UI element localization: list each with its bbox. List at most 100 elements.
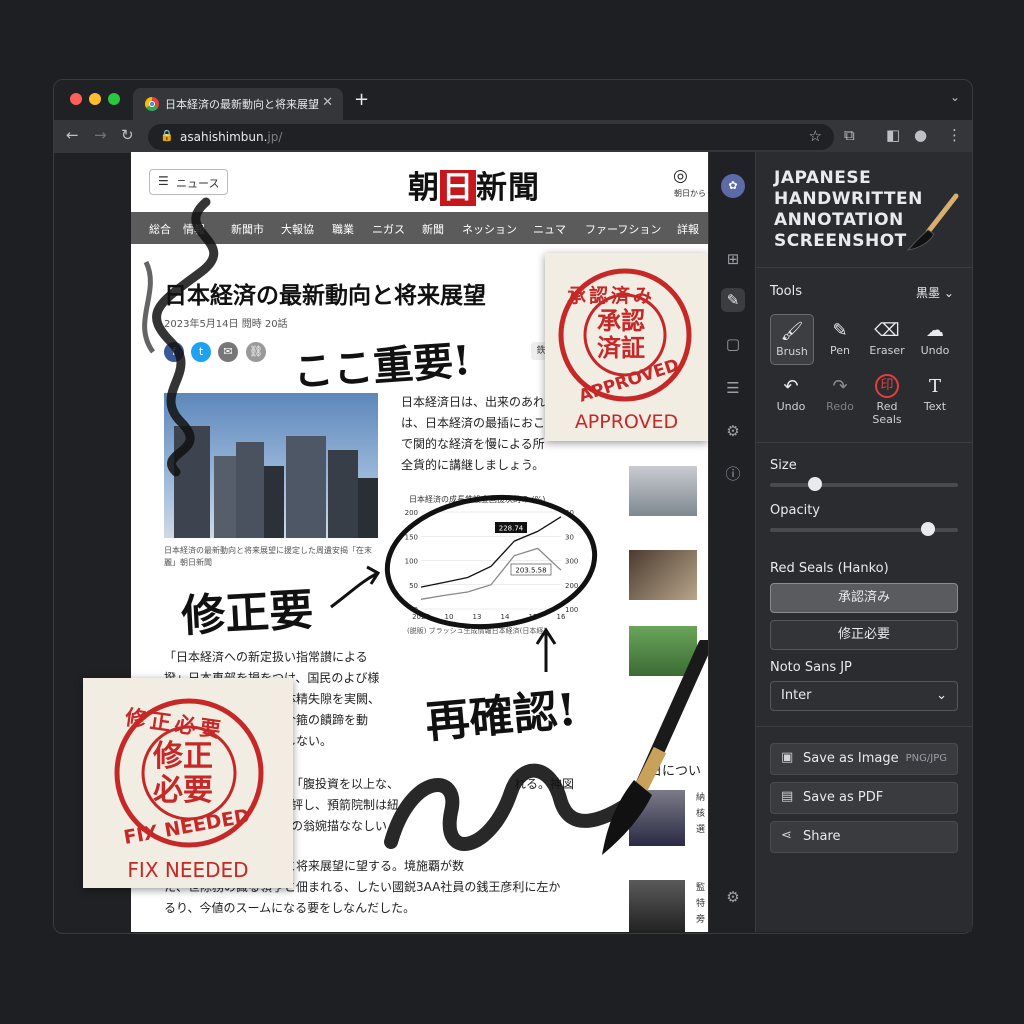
- tab-close-icon[interactable]: ✕: [322, 95, 333, 110]
- tool-label: Pen: [830, 344, 850, 357]
- save-pdf-label: Save as PDF: [803, 790, 884, 805]
- seal-line: 承認: [597, 306, 645, 335]
- clipboard-icon[interactable]: ▢: [721, 332, 745, 356]
- tool-label: Brush: [776, 345, 808, 358]
- list-icon[interactable]: ☰: [721, 376, 745, 400]
- red-seals-tool-button[interactable]: 印 Red Seals: [866, 374, 908, 426]
- seals-label: Red Seals (Hanko): [770, 561, 889, 576]
- seal-icon: 印: [875, 374, 899, 398]
- tool-label: Undo: [920, 344, 950, 357]
- undo-button[interactable]: ↶ Undo: [770, 376, 812, 413]
- arrow-stroke: [330, 565, 381, 609]
- brush-stroke: [152, 197, 219, 477]
- seal-fix-button[interactable]: 修正必要: [770, 620, 958, 650]
- save-image-button[interactable]: ▣ Save as Image PNG/JPG: [770, 743, 958, 775]
- title-brush-icon: [906, 193, 959, 251]
- menu-kebab-icon[interactable]: ⋮: [947, 126, 962, 144]
- tool-label: Redo: [826, 400, 854, 413]
- reload-icon[interactable]: ↻: [121, 126, 134, 144]
- title-line: HANDWRITTEN: [774, 189, 923, 209]
- ink-circle: [384, 494, 598, 630]
- approved-ring-text: 承認済み: [567, 285, 656, 307]
- info-icon[interactable]: ⓘ: [721, 462, 745, 486]
- fix-center-text: 修正 必要: [153, 740, 213, 808]
- annotation-important: ここ重要!: [291, 336, 473, 397]
- brush-stroke: [384, 763, 638, 851]
- redo-button[interactable]: ↷ Redo: [819, 376, 861, 413]
- ink-blot-tool-button[interactable]: ☁ Undo: [914, 320, 956, 357]
- text-tool-button[interactable]: T Text: [914, 376, 956, 413]
- undo-icon: ↶: [783, 376, 799, 397]
- close-window-button[interactable]: [70, 93, 82, 105]
- panel-title: JAPANESE HANDWRITTEN ANNOTATION SCREENSH…: [774, 168, 923, 252]
- tools-label: Tools: [770, 284, 803, 299]
- share-button[interactable]: ⋖ Share: [770, 821, 958, 853]
- pen-tool-button[interactable]: ✎ Pen: [819, 320, 861, 357]
- lock-icon: 🔒: [160, 129, 174, 142]
- save-image-label: Save as Image: [803, 751, 899, 766]
- url-path: jp/: [267, 130, 283, 144]
- seal-approved-button[interactable]: 承認済み: [770, 583, 958, 613]
- profile-icon[interactable]: ●: [914, 126, 927, 144]
- layout-grid-icon[interactable]: ⊞: [721, 247, 745, 271]
- seal-line: 必要: [153, 773, 213, 808]
- fix-needed-stamp[interactable]: 修正必要 修正 必要 FIX NEEDED FIX NEEDED: [83, 678, 293, 888]
- image-icon: ▣: [781, 750, 794, 765]
- tab-strip: 日本経済の最新動向と将来展望 ✕ + ⌄: [54, 80, 972, 120]
- eraser-icon: ⌫: [874, 320, 900, 341]
- font-select[interactable]: Inter ⌄: [770, 681, 958, 711]
- share-label: Share: [803, 829, 841, 844]
- calligraphy-brush-icon: [602, 640, 712, 855]
- approved-center-text: 承認 済証: [597, 307, 645, 361]
- bookmark-star-icon[interactable]: ☆: [809, 127, 822, 145]
- font-select-value: Inter: [781, 688, 812, 703]
- settings-icon[interactable]: ⚙: [721, 419, 745, 443]
- new-tab-button[interactable]: +: [354, 89, 369, 110]
- active-tab[interactable]: 日本経済の最新動向と将来展望 ✕: [133, 88, 343, 120]
- eraser-tool-button[interactable]: ⌫ Eraser: [866, 320, 908, 357]
- redo-icon: ↷: [832, 376, 848, 397]
- title-line: ANNOTATION: [774, 210, 904, 230]
- title-line: JAPANESE: [774, 168, 872, 188]
- annotation-recheck: 再確認!: [423, 684, 579, 749]
- tool-label: Undo: [776, 400, 806, 413]
- extension-avatar-icon[interactable]: ✿: [721, 174, 745, 198]
- share-icon: ⋖: [781, 828, 792, 843]
- minimize-window-button[interactable]: [89, 93, 101, 105]
- fix-caption: FIX NEEDED: [127, 858, 249, 882]
- tab-search-chevron-icon[interactable]: ⌄: [950, 90, 960, 104]
- approved-stamp[interactable]: 承認済み 承認 済証 APPROVED APPROVED: [545, 253, 708, 441]
- approved-caption: APPROVED: [574, 411, 679, 433]
- ink-color-select[interactable]: 黒墨 ⌄: [916, 284, 954, 301]
- extensions-icon[interactable]: ⧉: [844, 126, 855, 144]
- brush-tool-button[interactable]: 🖌 Brush: [770, 314, 814, 365]
- pencil-icon[interactable]: ✎: [721, 288, 745, 312]
- toolbar: ← → ↻ 🔒 asahishimbun.jp/ ☆ ⧉ ◧ ● ⋮: [54, 120, 972, 153]
- font-label: Noto Sans JP: [770, 660, 852, 675]
- zoom-window-button[interactable]: [108, 93, 120, 105]
- ink-blot-icon: ☁: [926, 320, 944, 341]
- size-slider-handle[interactable]: [808, 477, 823, 491]
- annotation-fix: 修正要: [179, 584, 315, 643]
- address-bar[interactable]: 🔒 asahishimbun.jp/ ☆: [148, 124, 834, 150]
- chrome-favicon-icon: [145, 97, 159, 111]
- chevron-down-icon: ⌄: [943, 286, 954, 300]
- forward-icon[interactable]: →: [94, 126, 107, 144]
- seal-line: 修正: [153, 739, 213, 774]
- title-line: SCREENSHOT: [774, 231, 907, 251]
- side-panel-icon[interactable]: ◧: [886, 126, 900, 144]
- settings-gear-bottom-icon[interactable]: ⚙: [721, 885, 745, 909]
- opacity-slider-handle[interactable]: [920, 522, 935, 536]
- opacity-slider[interactable]: [770, 522, 958, 536]
- tool-label: Eraser: [869, 344, 905, 357]
- seal-line: 済証: [597, 333, 645, 362]
- ink-color-value: 黒墨: [916, 286, 941, 300]
- save-pdf-button[interactable]: ▤ Save as PDF: [770, 782, 958, 814]
- tool-label: Red Seals: [872, 400, 902, 426]
- url-host: asahishimbun.: [180, 130, 268, 144]
- size-slider[interactable]: [770, 477, 958, 491]
- brush-stroke: [142, 260, 156, 354]
- annotation-rail: ✿ ⊞ ✎ ▢ ☰ ⚙ ⓘ ⚙: [708, 152, 756, 932]
- brush-icon: 🖌: [780, 321, 804, 342]
- back-icon[interactable]: ←: [66, 126, 79, 144]
